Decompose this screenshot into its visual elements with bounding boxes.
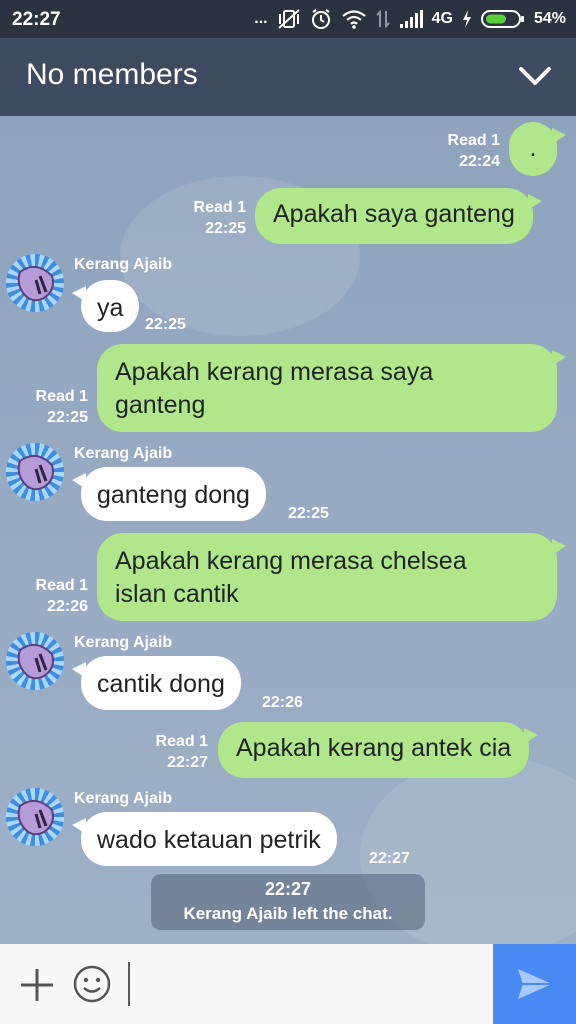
battery-percent: 54% (533, 10, 566, 27)
their-message-bubble[interactable]: wado ketauan petrik (72, 812, 337, 866)
their-message-bubble[interactable]: cantik dong (72, 656, 241, 710)
avatar[interactable] (6, 788, 64, 846)
avatar[interactable] (6, 443, 64, 501)
read-receipt: Read 1 (193, 199, 246, 216)
message-meta: Read 1 22:26 (8, 575, 88, 617)
avatar[interactable] (6, 254, 64, 312)
message-time: 22:25 (145, 316, 186, 333)
message-time: 22:25 (288, 505, 329, 522)
message-text: wado ketauan petrik (97, 826, 321, 854)
their-message-bubble[interactable]: ganteng dong (72, 467, 266, 521)
alarm-clock-icon (310, 8, 332, 30)
system-message-time: 22:27 (264, 879, 312, 899)
chat-header: No members (0, 38, 576, 116)
message-text: Apakah kerang antek cia (236, 734, 512, 762)
status-icons: ... 4G 54% (254, 7, 566, 31)
plus-icon[interactable] (18, 966, 56, 1009)
charging-icon (462, 10, 472, 28)
message-time: 22:27 (369, 850, 410, 867)
chat-area[interactable]: Read 1 22:24 . Read 1 22:25 Apakah saya … (0, 116, 576, 944)
status-bar: 22:27 ... 4G 54% (0, 0, 576, 38)
read-receipt: Read 1 (155, 733, 208, 750)
shell-icon (17, 265, 54, 302)
message-meta: Read 1 22:25 (166, 197, 246, 239)
sender-name: Kerang Ajaib (74, 634, 173, 651)
system-message-text: Kerang Ajaib left the chat. (183, 904, 393, 923)
input-bar (0, 944, 576, 1024)
my-message-bubble[interactable]: Apakah kerang merasa saya ganteng (97, 344, 566, 432)
message-text-line: Apakah kerang merasa chelsea (115, 547, 467, 575)
message-text-line: ganteng (115, 391, 206, 419)
shell-icon (17, 643, 54, 680)
message-meta: Read 1 22:25 (8, 386, 88, 428)
my-message-bubble[interactable]: Apakah kerang antek cia (218, 722, 539, 778)
message-time: 22:24 (459, 153, 500, 170)
chevron-down-icon[interactable] (518, 64, 552, 93)
notification-dots: ... (254, 10, 268, 27)
message-text: ganteng dong (97, 481, 250, 509)
avatar[interactable] (6, 632, 64, 690)
message-text: Apakah saya ganteng (273, 200, 515, 228)
message-time: 22:27 (167, 754, 208, 771)
message-meta: Read 1 22:24 (420, 130, 500, 172)
message-time: 22:25 (47, 409, 88, 426)
smiley-icon[interactable] (72, 964, 112, 1009)
shell-icon (17, 799, 54, 836)
send-button[interactable] (493, 944, 576, 1024)
send-icon (517, 969, 552, 999)
sender-name: Kerang Ajaib (74, 445, 173, 462)
read-receipt: Read 1 (35, 388, 88, 405)
vibrate-off-icon (277, 8, 301, 30)
battery-icon (480, 9, 525, 29)
chat-title: No members (26, 58, 198, 91)
message-text-line: islan cantik (115, 580, 239, 608)
read-receipt: Read 1 (35, 577, 88, 594)
message-text-line: Apakah kerang merasa saya (115, 358, 434, 386)
signal-icon (399, 9, 423, 29)
my-message-bubble[interactable]: Apakah kerang merasa chelsea islan canti… (97, 533, 566, 621)
sender-name: Kerang Ajaib (74, 790, 173, 807)
network-type: 4G (431, 10, 453, 27)
message-meta: Read 1 22:27 (128, 731, 208, 773)
message-text: ya (97, 294, 124, 322)
text-cursor (128, 962, 130, 1006)
wifi-icon (341, 9, 367, 29)
message-time: 22:26 (47, 598, 88, 615)
status-time: 22:27 (12, 9, 61, 30)
shell-icon (17, 454, 54, 491)
their-message-bubble[interactable]: ya (71, 280, 140, 332)
data-transfer-icon (375, 9, 390, 29)
my-message-bubble[interactable]: Apakah saya ganteng (255, 188, 542, 244)
message-text: . (529, 134, 537, 162)
my-message-bubble[interactable]: . (509, 122, 566, 176)
message-time: 22:26 (262, 694, 303, 711)
message-time: 22:25 (205, 220, 246, 237)
read-receipt: Read 1 (447, 132, 500, 149)
system-message: 22:27 Kerang Ajaib left the chat. (151, 874, 425, 930)
sender-name: Kerang Ajaib (74, 256, 173, 273)
message-text: cantik dong (97, 670, 225, 698)
message-input[interactable] (136, 958, 486, 1012)
